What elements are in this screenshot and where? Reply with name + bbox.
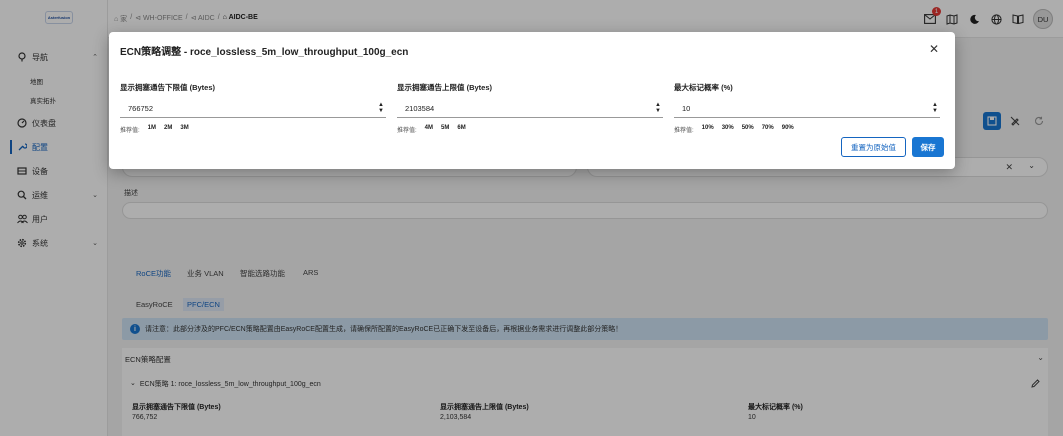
stepper-icon[interactable]: ▲ ▼ [932, 102, 938, 114]
recommend-chip[interactable]: 3M [180, 125, 188, 134]
high-threshold-field: 显示拥塞通告上限值 (Bytes) 2103584 ▲ ▼ 推荐值: 4M 5M … [397, 82, 663, 134]
recommend-chip[interactable]: 90% [782, 125, 794, 134]
low-threshold-field: 显示拥塞通告下限值 (Bytes) 766752 ▲ ▼ 推荐值: 1M 2M 3… [120, 82, 386, 134]
recommend-chip[interactable]: 6M [457, 125, 465, 134]
stepper-icon[interactable]: ▲ ▼ [655, 102, 661, 114]
mark-probability-input[interactable]: 10 ▲ ▼ [674, 99, 940, 118]
close-icon[interactable]: ✕ [929, 42, 939, 56]
recommend-chip[interactable]: 10% [702, 125, 714, 134]
low-threshold-input[interactable]: 766752 ▲ ▼ [120, 99, 386, 118]
stepper-icon[interactable]: ▲ ▼ [378, 102, 384, 114]
recommend-chip[interactable]: 30% [722, 125, 734, 134]
recommend-row: 推荐值: 4M 5M 6M [397, 125, 663, 134]
recommend-chip[interactable]: 1M [148, 125, 156, 134]
recommend-chip[interactable]: 50% [742, 125, 754, 134]
high-threshold-input[interactable]: 2103584 ▲ ▼ [397, 99, 663, 118]
recommend-chip[interactable]: 5M [441, 125, 449, 134]
recommend-label: 推荐值: [674, 128, 694, 134]
input-value: 766752 [128, 103, 154, 113]
reset-button[interactable]: 重置为原始值 [841, 137, 906, 157]
save-button[interactable]: 保存 [912, 137, 944, 157]
recommend-chip[interactable]: 2M [164, 125, 172, 134]
recommend-row: 推荐值: 1M 2M 3M [120, 125, 386, 134]
recommend-label: 推荐值: [397, 128, 417, 134]
dialog-title: ECN策略调整 - roce_lossless_5m_low_throughpu… [120, 47, 409, 58]
recommend-label: 推荐值: [120, 128, 140, 134]
field-label: 最大标记概率 (%) [674, 83, 733, 92]
recommend-row: 推荐值: 10% 30% 50% 70% 90% [674, 125, 940, 134]
field-label: 显示拥塞通告上限值 (Bytes) [397, 83, 493, 92]
recommend-chip[interactable]: 70% [762, 125, 774, 134]
recommend-chip[interactable]: 4M [425, 125, 433, 134]
mark-probability-field: 最大标记概率 (%) 10 ▲ ▼ 推荐值: 10% 30% 50% 70% 90… [674, 82, 940, 134]
input-value: 10 [682, 103, 691, 113]
field-label: 显示拥塞通告下限值 (Bytes) [120, 83, 216, 92]
input-value: 2103584 [405, 103, 435, 113]
ecn-adjust-dialog: ECN策略调整 - roce_lossless_5m_low_throughpu… [109, 32, 955, 169]
